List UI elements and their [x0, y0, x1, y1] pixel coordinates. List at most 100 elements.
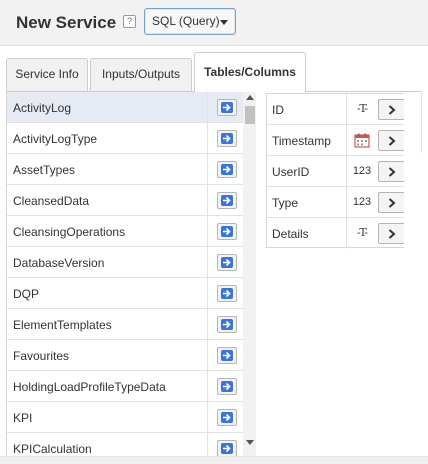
open-table-button[interactable] [217, 347, 237, 364]
arrow-right-icon [221, 102, 233, 113]
column-row: UserID 123 [267, 156, 404, 187]
row-divider [207, 154, 208, 185]
row-divider [207, 123, 208, 154]
column-action-button[interactable] [378, 99, 404, 120]
table-row[interactable]: ElementTemplates [7, 309, 243, 340]
table-name: KPICalculation [13, 442, 92, 456]
row-divider [207, 247, 208, 278]
chevron-right-icon [388, 136, 396, 146]
open-table-button[interactable] [217, 378, 237, 395]
row-divider [207, 309, 208, 340]
arrow-right-icon [221, 133, 233, 144]
number-type-icon: 123 [352, 165, 372, 177]
column-divider [346, 94, 347, 125]
column-row: Type 123 [267, 187, 404, 218]
table-row[interactable]: DatabaseVersion [7, 247, 243, 278]
calendar-icon [350, 133, 374, 148]
chevron-right-icon [388, 229, 396, 239]
query-type-dropdown[interactable]: SQL (Query) [144, 8, 236, 35]
tables-list: ActivityLog ActivityLogType AssetTypes Clea… [7, 92, 243, 464]
open-table-button[interactable] [217, 409, 237, 426]
open-table-button[interactable] [217, 161, 237, 178]
row-divider [207, 371, 208, 402]
table-name: DQP [13, 287, 40, 301]
scroll-down-icon[interactable] [246, 440, 254, 445]
arrow-right-icon [221, 381, 233, 392]
table-name: KPI [13, 411, 33, 425]
scroll-up-icon[interactable] [246, 95, 254, 100]
tables-scrollbar[interactable] [243, 92, 256, 464]
chevron-right-icon [388, 167, 396, 177]
row-divider [207, 278, 208, 309]
table-row[interactable]: ActivityLogType [7, 123, 243, 154]
column-divider [346, 125, 347, 156]
column-name: ID [272, 103, 284, 117]
open-table-button[interactable] [217, 316, 237, 333]
column-row: ID -T- [267, 94, 404, 125]
table-row[interactable]: CleansingOperations [7, 216, 243, 247]
text-type-icon: -T- [357, 102, 368, 115]
table-name: AssetTypes [13, 163, 76, 177]
arrow-right-icon [221, 288, 233, 299]
column-divider [346, 218, 347, 249]
chevron-right-icon [388, 105, 396, 115]
help-icon[interactable]: ? [123, 15, 136, 28]
query-type-value: SQL (Query) [152, 14, 220, 28]
row-divider [207, 92, 208, 123]
table-row[interactable]: CleansedData [7, 185, 243, 216]
table-name: HoldingLoadProfileTypeData [13, 380, 166, 394]
tab-tables-columns[interactable]: Tables/Columns [194, 52, 306, 92]
arrow-right-icon [221, 319, 233, 330]
tab-bar: Service Info Inputs/Outputs Tables/Colum… [0, 52, 428, 92]
table-name: ActivityLog [13, 101, 72, 115]
column-name: Timestamp [272, 134, 331, 148]
arrow-right-icon [221, 226, 233, 237]
column-action-button[interactable] [378, 161, 404, 182]
column-action-button[interactable] [378, 223, 404, 244]
service-header: New Service ? SQL (Query) [0, 0, 428, 46]
column-name: UserID [272, 165, 310, 179]
page-title: New Service [16, 13, 117, 32]
arrow-right-icon [221, 257, 233, 268]
arrow-right-icon [221, 164, 233, 175]
tables-list-panel: ActivityLog ActivityLogType AssetTypes Clea… [6, 92, 256, 464]
open-table-button[interactable] [217, 130, 237, 147]
table-row[interactable]: ActivityLog [7, 92, 243, 123]
table-row[interactable]: AssetTypes [7, 154, 243, 185]
table-row[interactable]: Favourites [7, 340, 243, 371]
table-name: ActivityLogType [13, 132, 98, 146]
table-row[interactable]: KPI [7, 402, 243, 433]
table-name: CleansingOperations [13, 225, 126, 239]
right-panel-edge [421, 93, 428, 153]
open-table-button[interactable] [217, 99, 237, 116]
open-table-button[interactable] [217, 254, 237, 271]
column-action-button[interactable] [378, 192, 404, 213]
row-divider [207, 402, 208, 433]
arrow-right-icon [221, 412, 233, 423]
arrow-right-icon [221, 350, 233, 361]
table-row[interactable]: HoldingLoadProfileTypeData [7, 371, 243, 402]
chevron-down-icon [220, 20, 228, 25]
open-table-button[interactable] [217, 192, 237, 209]
column-row: Details -T- [267, 218, 404, 249]
table-name: Favourites [13, 349, 70, 363]
table-row[interactable]: DQP [7, 278, 243, 309]
tab-inputs-outputs[interactable]: Inputs/Outputs [90, 58, 192, 91]
tab-service-info[interactable]: Service Info [6, 58, 88, 91]
row-divider [207, 340, 208, 371]
table-name: ElementTemplates [13, 318, 112, 332]
column-action-button[interactable] [378, 130, 404, 151]
column-divider [346, 156, 347, 187]
open-table-button[interactable] [217, 285, 237, 302]
text-type-icon: -T- [357, 226, 368, 239]
table-name: CleansedData [13, 194, 90, 208]
arrow-right-icon [221, 443, 233, 454]
column-name: Type [272, 196, 299, 210]
open-table-button[interactable] [217, 440, 237, 457]
row-divider [207, 216, 208, 247]
scroll-thumb[interactable] [245, 106, 255, 124]
open-table-button[interactable] [217, 223, 237, 240]
columns-panel: ID -T- Timestamp UserID 123 Type 123 Details -T- [266, 93, 404, 249]
table-name: DatabaseVersion [13, 256, 105, 270]
column-divider [346, 187, 347, 218]
